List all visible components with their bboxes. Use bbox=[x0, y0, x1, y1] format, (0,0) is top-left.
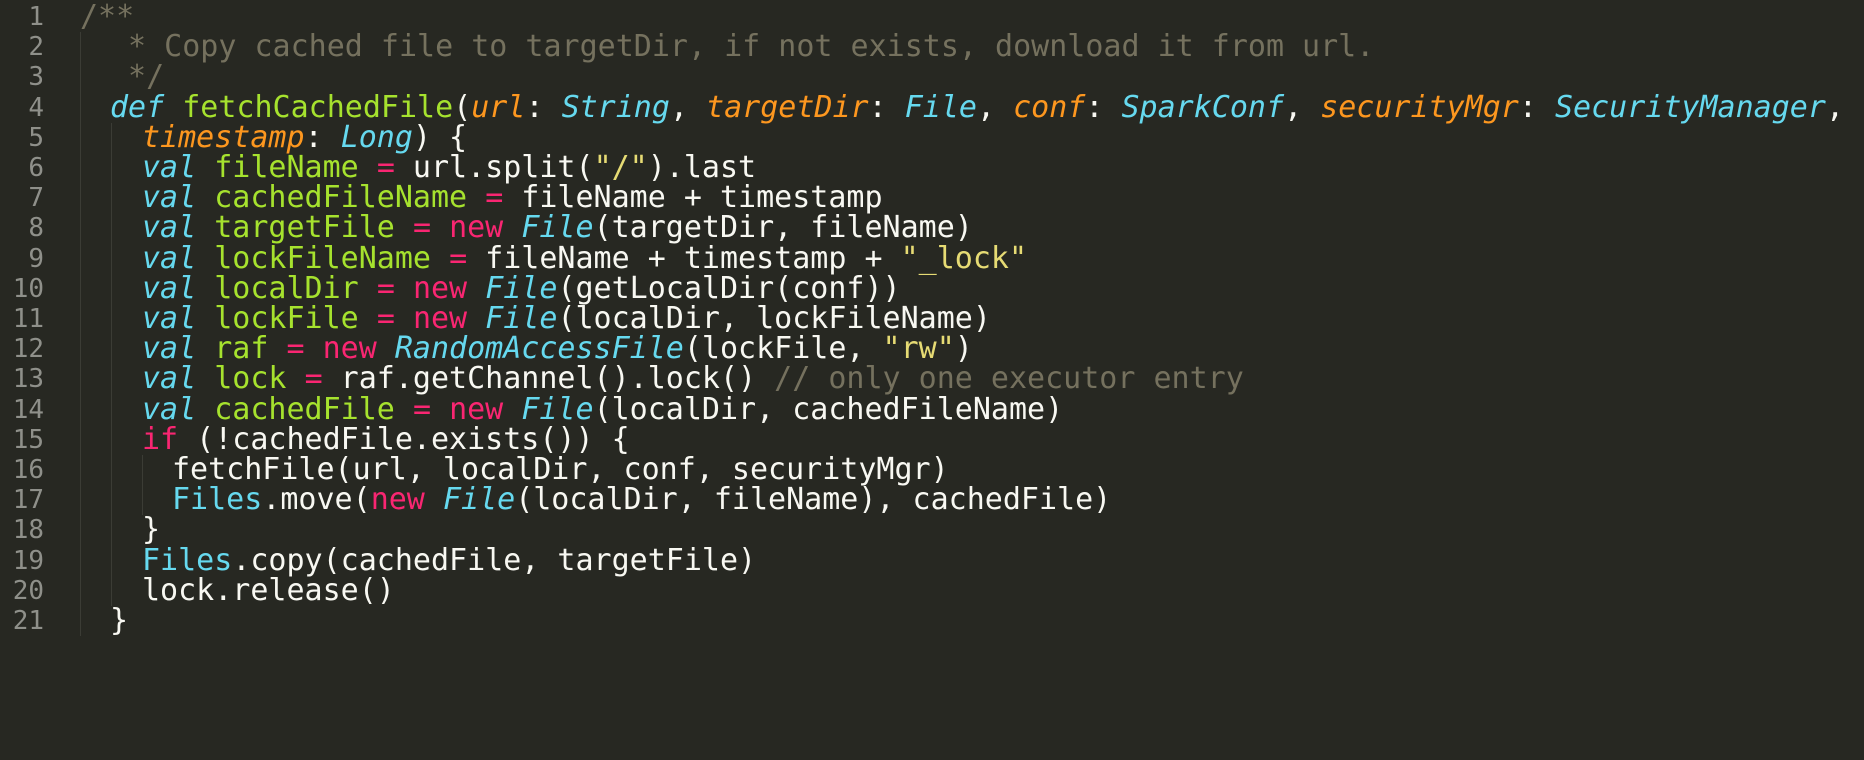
token-param: targetDir bbox=[706, 89, 869, 125]
code-line[interactable]: } bbox=[110, 603, 128, 639]
token-plain: : bbox=[1518, 89, 1555, 125]
code-line[interactable]: lock.release() bbox=[142, 573, 395, 609]
indent-guide bbox=[111, 273, 112, 304]
indent-guide bbox=[111, 304, 112, 335]
token-plain: , bbox=[1284, 89, 1321, 125]
indent-guide bbox=[111, 424, 112, 455]
indent-guide bbox=[111, 243, 112, 274]
indent-guide bbox=[111, 575, 112, 606]
token-param: conf bbox=[1013, 89, 1086, 125]
indent-guide bbox=[80, 485, 81, 516]
indent-guide bbox=[80, 122, 81, 153]
indent-guide bbox=[80, 515, 81, 546]
token-plain: , bbox=[669, 89, 707, 125]
token-comment: * Copy cached file to targetDir, if not … bbox=[110, 29, 1375, 65]
token-plain: , bbox=[977, 89, 1014, 125]
token-plain: : bbox=[868, 89, 905, 125]
indent-guide bbox=[80, 545, 81, 576]
indent-guide bbox=[111, 213, 112, 244]
indent-guide bbox=[80, 183, 81, 214]
token-param: url bbox=[471, 89, 526, 125]
token-plain: , bbox=[1825, 89, 1844, 125]
token-type: SparkConf bbox=[1121, 89, 1285, 125]
token-plain: : bbox=[1085, 89, 1122, 125]
indent-guide bbox=[111, 455, 112, 486]
indent-guide bbox=[80, 62, 81, 93]
indent-guide bbox=[80, 364, 81, 395]
indent-guide bbox=[80, 304, 81, 335]
token-param: securityMgr bbox=[1320, 89, 1519, 125]
token-type: SecurityManager bbox=[1555, 89, 1826, 125]
token-type: File bbox=[442, 482, 516, 518]
indent-guide bbox=[111, 394, 112, 425]
indent-guide bbox=[142, 455, 143, 486]
indent-guide bbox=[111, 545, 112, 576]
code-editor[interactable]: 1 2 3 4 5 6 7 8 9 10 11 12 13 14 15 16 17 18 19 20 21 /** * … bbox=[0, 0, 1864, 760]
token-builtin: Files bbox=[172, 482, 263, 518]
indent-guide bbox=[80, 213, 81, 244]
indent-guide bbox=[111, 515, 112, 546]
indent-guide bbox=[111, 183, 112, 214]
indent-guide bbox=[80, 424, 81, 455]
indent-guide bbox=[80, 153, 81, 184]
indent-guide bbox=[80, 394, 81, 425]
token-keyword: new bbox=[370, 482, 425, 518]
token-plain: (localDir, cachedFileName) bbox=[593, 391, 1064, 427]
indent-guide bbox=[80, 606, 81, 637]
indent-guide bbox=[80, 243, 81, 274]
indent-guide bbox=[80, 575, 81, 606]
token-string: "_lock" bbox=[900, 240, 1028, 276]
code-area[interactable]: /** * Copy cached file to targetDir, if … bbox=[0, 0, 1864, 760]
token-plain: } bbox=[110, 603, 129, 638]
token-type: String bbox=[561, 89, 670, 125]
token-plain: (localDir, fileName), cachedFile) bbox=[515, 482, 1112, 518]
token-plain: lock.release() bbox=[142, 572, 395, 608]
indent-guide bbox=[80, 32, 81, 63]
indent-guide bbox=[80, 273, 81, 304]
token-plain: : bbox=[525, 89, 562, 125]
code-line[interactable]: * Copy cached file to targetDir, if not … bbox=[110, 29, 1374, 65]
indent-guide bbox=[80, 455, 81, 486]
indent-guide bbox=[142, 485, 143, 516]
indent-guide bbox=[80, 92, 81, 123]
code-line[interactable]: Files.move(new File(localDir, fileName),… bbox=[172, 482, 1111, 518]
token-plain: .move( bbox=[262, 482, 371, 518]
indent-guide bbox=[111, 364, 112, 395]
indent-guide bbox=[111, 334, 112, 365]
indent-guide bbox=[80, 334, 81, 365]
token-type: File bbox=[904, 89, 977, 125]
indent-guide bbox=[111, 122, 112, 153]
indent-guide bbox=[111, 153, 112, 184]
indent-guide bbox=[111, 485, 112, 516]
